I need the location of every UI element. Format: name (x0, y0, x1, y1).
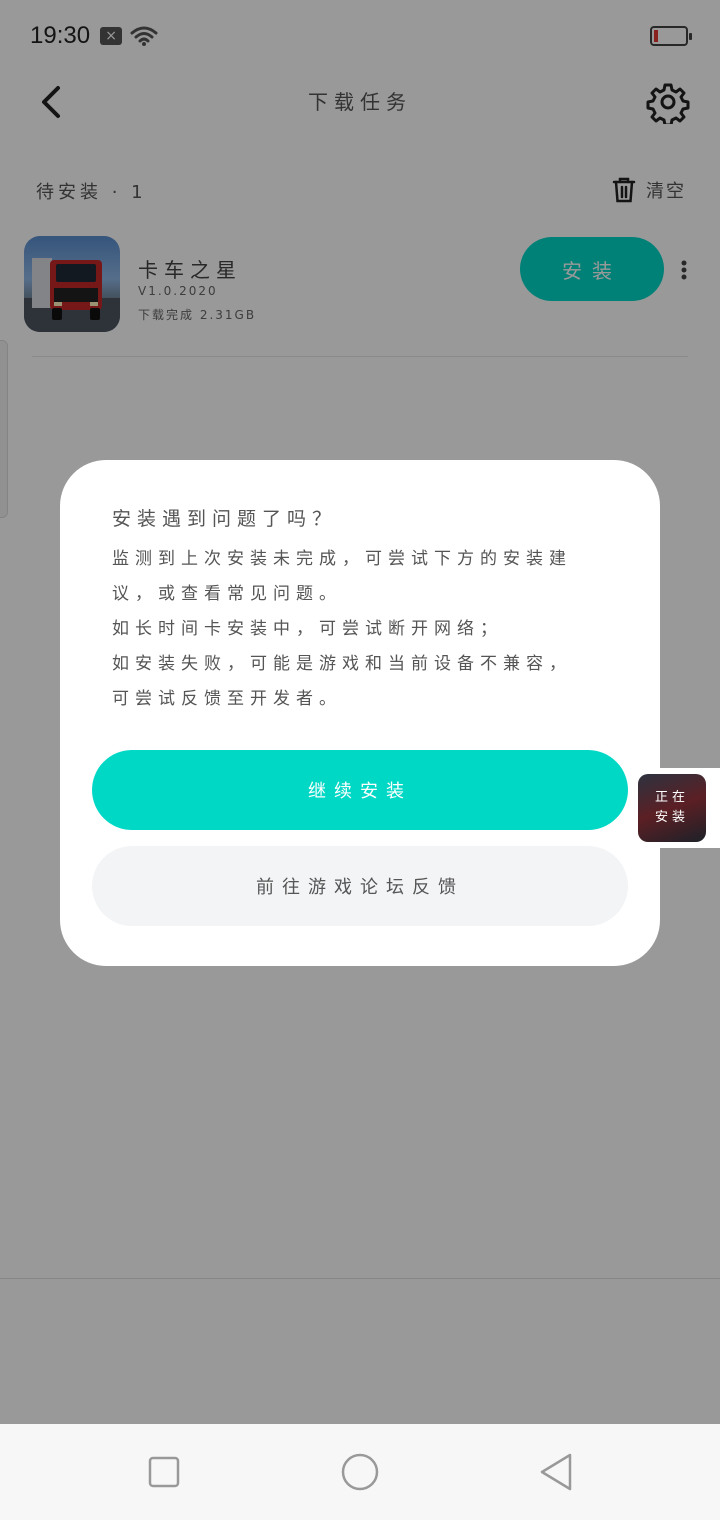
floating-label-line2: 安装 (654, 810, 689, 825)
dialog-line: 议，或查看常见问题。 (112, 584, 342, 604)
dialog-line: 可尝试反馈至开发者。 (112, 689, 342, 709)
dialog-line: 监测到上次安装未完成，可尝试下方的安装建 (112, 549, 572, 569)
install-problem-dialog: 安装遇到问题了吗？ 监测到上次安装未完成，可尝试下方的安装建 议，或查看常见问题… (60, 460, 660, 966)
floating-label-line1: 正在 (654, 790, 689, 805)
dialog-body: 监测到上次安装未完成，可尝试下方的安装建 议，或查看常见问题。 如长时间卡安装中… (112, 542, 632, 717)
square-icon[interactable] (148, 1456, 180, 1488)
dialog-title: 安装遇到问题了吗？ (112, 508, 338, 530)
continue-install-button[interactable]: 继续安装 (92, 750, 628, 830)
dialog-line: 如长时间卡安装中，可尝试断开网络； (112, 619, 503, 639)
dialog-line: 如安装失败，可能是游戏和当前设备不兼容， (112, 654, 572, 674)
forum-feedback-button[interactable]: 前往游戏论坛反馈 (92, 846, 628, 926)
navigation-bar (0, 1424, 720, 1520)
floating-thumbnail: 正在 安装 (638, 774, 706, 842)
floating-install-widget[interactable]: 正在 安装 (632, 768, 720, 848)
circle-icon[interactable] (340, 1452, 380, 1492)
triangle-back-icon[interactable] (538, 1452, 574, 1492)
